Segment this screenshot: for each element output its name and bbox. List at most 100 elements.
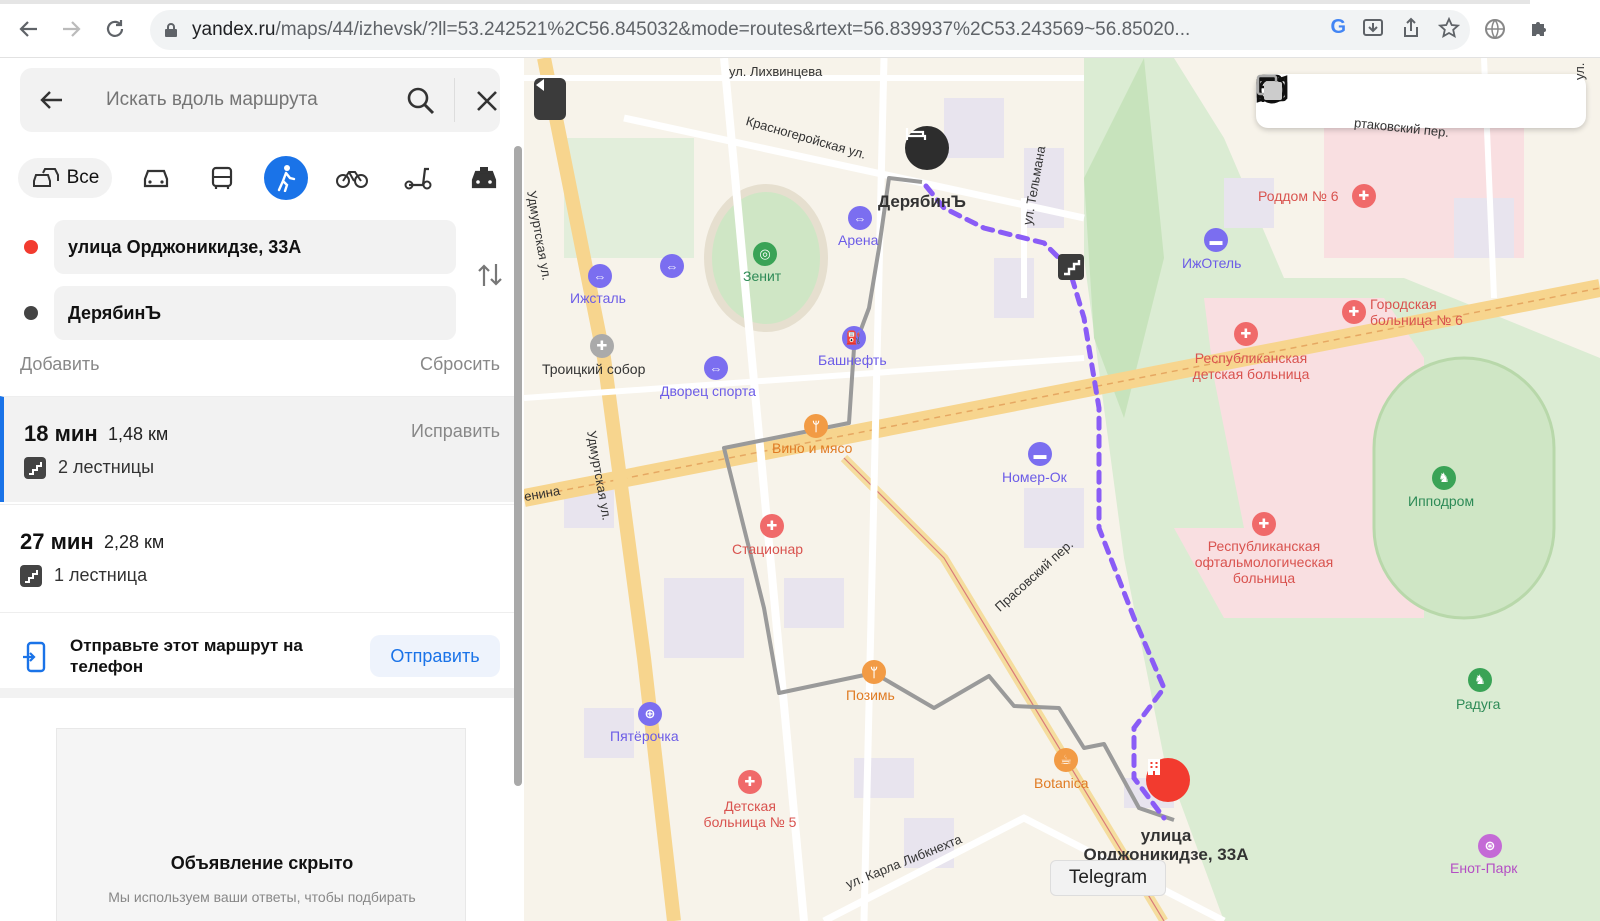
poi-zenit[interactable]: Зенит [743,268,781,284]
globe-extension-icon[interactable] [1480,14,1510,44]
url-text: yandex.ru/maps/44/izhevsk/?ll=53.242521%… [192,19,1191,40]
hospital-icon: ✚ [1342,300,1366,324]
poi-detskaya-5[interactable]: Детская больница № 5 [698,798,802,830]
cars-icon [32,168,59,187]
mode-all-label: Все [66,167,100,188]
mode-scooter-button[interactable] [398,158,438,198]
install-icon[interactable] [1362,17,1384,39]
poi-ippodrom[interactable]: Ипподром [1408,493,1474,509]
layer-panorama-button[interactable] [1256,75,1376,119]
park-icon: ⊛ [1478,834,1502,858]
back-arrow-icon[interactable] [14,14,44,44]
poi-gorodskaya[interactable]: Городская больница № 6 [1370,296,1490,328]
stairs-icon [20,565,42,587]
address-bar[interactable]: yandex.ru/maps/44/izhevsk/?ll=53.242521%… [150,10,1470,50]
poi-izhstal[interactable]: Ижсталь [570,290,626,306]
map-canvas[interactable]: ул. Чапаев ул. Лихвинцева Красногеройска… [524,58,1600,921]
route-to-field[interactable]: ДерябинЪ [54,286,456,340]
swap-arrows-icon[interactable] [476,260,504,290]
mode-car-button[interactable] [136,158,176,198]
chevron-left-icon [536,79,544,91]
hotel-pin[interactable] [905,126,949,170]
poi-nomerok[interactable]: Номер-Ок [1002,469,1067,485]
share-icon[interactable] [1400,17,1422,39]
telegram-button[interactable]: Telegram [1050,860,1166,896]
sport-icon: ⇔ [588,264,612,288]
poi-resp-oft[interactable]: Республиканская офтальмологическая больн… [1178,538,1350,586]
origin-dot-icon [24,240,38,254]
sidebar-scrollbar[interactable] [514,146,522,786]
hospital-icon: ✚ [1252,512,1276,536]
fuel-icon: ⛽ [842,326,866,350]
stairs-marker-icon[interactable] [1058,254,1084,280]
browser-toolbar: yandex.ru/maps/44/izhevsk/?ll=53.242521%… [0,0,1600,58]
map-base [524,58,1600,921]
poi-stacionar[interactable]: Стационар [732,541,803,557]
reload-icon[interactable] [100,14,130,44]
poi-pyaterochka[interactable]: Пятёрочка [610,728,679,744]
layer-overlay-button[interactable] [1256,74,1565,119]
mode-bike-button[interactable] [332,158,372,198]
mode-bus-button[interactable] [202,158,242,198]
google-icon[interactable]: G [1330,16,1346,39]
poi-dvorets[interactable]: Дворец спорта [660,383,756,399]
forward-arrow-icon[interactable] [56,14,86,44]
poi-deryabin[interactable]: ДерябинЪ [878,192,966,212]
poi-troitsky[interactable]: Троицкий собор [542,361,645,377]
poi-resp-det[interactable]: Республиканская детская больница [1176,350,1326,382]
poi-pozim[interactable]: Позимь [846,687,895,703]
lock-icon [165,23,177,37]
sport-icon: ⇔ [704,356,728,380]
route-point-from: улица Орджоникидзе, 33А [0,220,520,274]
search-icon[interactable] [406,86,436,116]
loading-bar [0,0,1530,4]
add-point-link[interactable]: Добавить [20,354,100,374]
hospital-icon: ✚ [738,770,762,794]
route-stairs: 1 лестница [54,565,148,585]
route-option-2[interactable]: 27 мин 2,28 км 1 лестница [0,504,514,610]
stairs-icon [24,457,46,479]
send-button[interactable]: Отправить [370,635,500,677]
building-icon [1148,759,1160,775]
poi-vino[interactable]: Вино и мясо [772,440,852,456]
hospital-icon: ✚ [760,514,784,538]
back-arrow-icon[interactable] [38,86,66,114]
route-option-1[interactable]: 18 мин 1,48 км Исправить 2 лестницы [0,396,514,502]
horse-icon: ♞ [1432,466,1456,490]
restaurant-icon: ᛘ [804,414,828,438]
route-from-field[interactable]: улица Орджоникидзе, 33А [54,220,456,274]
destination-pin[interactable] [1146,758,1190,802]
hospital-icon: ✚ [1352,184,1376,208]
route-search-input[interactable] [106,86,396,114]
poi-botanica[interactable]: Botanica [1034,775,1088,791]
route-actions: Добавить Сбросить [20,354,500,375]
puzzle-extension-icon[interactable] [1524,14,1554,44]
sport-icon: ⇔ [660,254,684,278]
pedestrian-icon [277,165,296,192]
layer-photo-button[interactable] [1256,76,1439,119]
send-to-phone: Отправьте этот маршрут на телефон Отправ… [0,612,514,698]
poi-roddom[interactable]: Роддом № 6 [1258,188,1339,204]
mode-taxi-button[interactable] [464,158,504,198]
poi-arena[interactable]: Арена [838,232,878,248]
layer-transport-button[interactable] [1257,74,1502,119]
poi-bashneft[interactable]: Башнефть [818,352,887,368]
phone-icon [23,641,46,673]
collapse-panel-button[interactable] [534,78,566,120]
star-icon[interactable] [1438,16,1460,39]
poi-izhotel[interactable]: ИжОтель [1182,255,1241,271]
poi-enot[interactable]: Енот-Парк [1450,860,1517,876]
close-icon[interactable] [474,88,500,114]
horse-icon: ♞ [1468,668,1492,692]
transport-modes: Все [18,156,508,200]
layers-icon [1256,74,1282,100]
destination-dot-icon [24,306,38,320]
poi-raduga[interactable]: Радуга [1456,696,1500,712]
cafe-icon: ☕ [1054,748,1078,772]
route-distance: 2,28 км [104,532,165,552]
fix-route-link[interactable]: Исправить [411,421,500,442]
reset-link[interactable]: Сбросить [420,354,500,375]
poi-destination[interactable]: улица Орджоникидзе, 33А [1076,826,1256,864]
mode-walk-button[interactable] [264,156,308,200]
mode-all-button[interactable]: Все [18,158,112,198]
